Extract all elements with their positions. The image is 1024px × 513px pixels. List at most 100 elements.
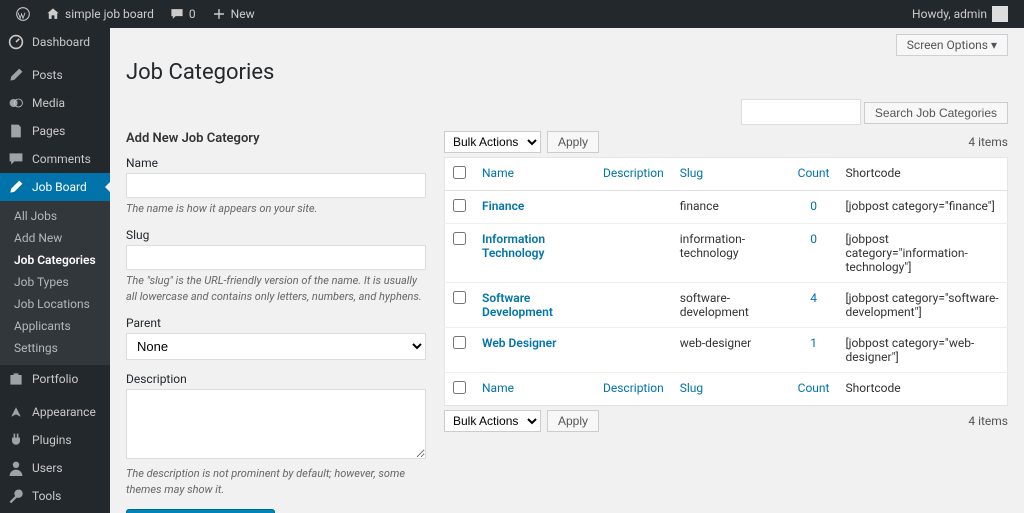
- add-category-button[interactable]: Add New Job Category: [126, 509, 275, 513]
- site-link[interactable]: simple job board: [38, 0, 162, 28]
- row-checkbox[interactable]: [453, 199, 466, 212]
- menu-dashboard[interactable]: Dashboard: [0, 28, 110, 56]
- bulk-apply-top[interactable]: Apply: [547, 131, 599, 153]
- admin-menu: Dashboard Posts Media Pages Comments Job…: [0, 28, 110, 513]
- col-slug[interactable]: Slug: [680, 166, 703, 180]
- search-input[interactable]: [741, 99, 861, 125]
- items-count-top: 4 items: [968, 135, 1008, 149]
- select-all-bottom[interactable]: [453, 381, 466, 394]
- menu-pages[interactable]: Pages: [0, 117, 110, 145]
- row-checkbox[interactable]: [453, 291, 466, 304]
- description-desc: The description is not prominent by defa…: [126, 466, 426, 497]
- tablenav-bottom: Bulk Actions Apply 4 items: [444, 410, 1008, 432]
- row-slug: web-designer: [672, 328, 790, 373]
- table-row: Information Technology information-techno…: [445, 224, 1008, 283]
- categories-table: Name Description Slug Count Shortcode Fi…: [444, 157, 1008, 406]
- row-shortcode: [jobpost category="information-technolog…: [838, 224, 1008, 283]
- col-description[interactable]: Description: [603, 166, 664, 180]
- col-name-foot[interactable]: Name: [482, 381, 514, 395]
- row-description: [595, 328, 672, 373]
- row-count-link[interactable]: 0: [810, 232, 817, 246]
- col-shortcode-foot: Shortcode: [838, 373, 1008, 406]
- slug-desc: The "slug" is the URL-friendly version o…: [126, 273, 426, 304]
- row-name-link[interactable]: Web Designer: [482, 336, 556, 350]
- add-form: Add New Job Category Name The name is ho…: [126, 131, 426, 513]
- submenu-jobboard: All Jobs Add New Job Categories Job Type…: [0, 201, 110, 365]
- wp-logo[interactable]: [8, 0, 38, 28]
- row-count-link[interactable]: 0: [810, 199, 817, 213]
- new-label: New: [231, 7, 255, 21]
- row-shortcode: [jobpost category="finance"]: [838, 191, 1008, 224]
- col-count[interactable]: Count: [798, 166, 830, 180]
- select-all-top[interactable]: [453, 166, 466, 179]
- account-link[interactable]: Howdy, admin: [904, 0, 1016, 28]
- howdy-text: Howdy, admin: [912, 7, 987, 21]
- parent-label: Parent: [126, 316, 426, 330]
- menu-jobboard[interactable]: Job Board: [0, 173, 110, 201]
- description-textarea[interactable]: [126, 389, 426, 459]
- new-link[interactable]: New: [204, 0, 263, 28]
- row-name-link[interactable]: Information Technology: [482, 232, 545, 260]
- col-description-foot[interactable]: Description: [603, 381, 664, 395]
- table-row: Software Development software-development…: [445, 283, 1008, 328]
- slug-input[interactable]: [126, 245, 426, 270]
- form-heading: Add New Job Category: [126, 131, 426, 146]
- comments-count: 0: [189, 7, 196, 21]
- admin-bar: simple job board 0 New Howdy, admin: [0, 0, 1024, 28]
- bulk-select-bottom[interactable]: Bulk Actions: [444, 410, 541, 432]
- row-count-link[interactable]: 1: [810, 336, 817, 350]
- submenu-job-types[interactable]: Job Types: [0, 271, 110, 293]
- row-slug: finance: [672, 191, 790, 224]
- row-shortcode: [jobpost category="web-designer"]: [838, 328, 1008, 373]
- col-slug-foot[interactable]: Slug: [680, 381, 703, 395]
- row-count-link[interactable]: 4: [810, 291, 817, 305]
- bulk-select-top[interactable]: Bulk Actions: [444, 131, 541, 153]
- row-description: [595, 283, 672, 328]
- bulk-apply-bottom[interactable]: Apply: [547, 410, 599, 432]
- row-description: [595, 191, 672, 224]
- submenu-applicants[interactable]: Applicants: [0, 315, 110, 337]
- col-shortcode: Shortcode: [838, 158, 1008, 191]
- row-checkbox[interactable]: [453, 336, 466, 349]
- row-name-link[interactable]: Software Development: [482, 291, 553, 319]
- items-count-bottom: 4 items: [968, 414, 1008, 428]
- screen-options-toggle[interactable]: Screen Options ▾: [896, 34, 1008, 56]
- table-row: Finance finance 0 [jobpost category="financ…: [445, 191, 1008, 224]
- page-title: Job Categories: [126, 60, 1008, 85]
- row-description: [595, 224, 672, 283]
- site-name: simple job board: [65, 7, 154, 21]
- submenu-settings[interactable]: Settings: [0, 337, 110, 359]
- menu-appearance[interactable]: Appearance: [0, 398, 110, 426]
- tablenav-top: Bulk Actions Apply 4 items: [444, 131, 1008, 153]
- submenu-add-new[interactable]: Add New: [0, 227, 110, 249]
- row-checkbox[interactable]: [453, 232, 466, 245]
- list-area: Bulk Actions Apply 4 items Name Descript…: [444, 131, 1008, 513]
- avatar: [992, 6, 1008, 22]
- menu-tools[interactable]: Tools: [0, 482, 110, 510]
- col-name[interactable]: Name: [482, 166, 514, 180]
- menu-comments[interactable]: Comments: [0, 145, 110, 173]
- name-label: Name: [126, 156, 426, 170]
- col-count-foot[interactable]: Count: [798, 381, 830, 395]
- comments-link[interactable]: 0: [162, 0, 204, 28]
- search-box: Search Job Categories: [126, 99, 1008, 125]
- menu-portfolio[interactable]: Portfolio: [0, 365, 110, 393]
- parent-select[interactable]: None: [126, 333, 426, 360]
- search-button[interactable]: Search Job Categories: [864, 102, 1008, 124]
- row-slug: information-technology: [672, 224, 790, 283]
- description-label: Description: [126, 372, 426, 386]
- name-desc: The name is how it appears on your site.: [126, 201, 426, 216]
- name-input[interactable]: [126, 173, 426, 198]
- row-slug: software-development: [672, 283, 790, 328]
- table-row: Web Designer web-designer 1 [jobpost catego…: [445, 328, 1008, 373]
- menu-plugins[interactable]: Plugins: [0, 426, 110, 454]
- menu-posts[interactable]: Posts: [0, 61, 110, 89]
- submenu-job-categories[interactable]: Job Categories: [0, 249, 110, 271]
- menu-users[interactable]: Users: [0, 454, 110, 482]
- row-shortcode: [jobpost category="software-development"…: [838, 283, 1008, 328]
- menu-media[interactable]: Media: [0, 89, 110, 117]
- slug-label: Slug: [126, 228, 426, 242]
- submenu-all-jobs[interactable]: All Jobs: [0, 205, 110, 227]
- submenu-job-locations[interactable]: Job Locations: [0, 293, 110, 315]
- row-name-link[interactable]: Finance: [482, 199, 524, 213]
